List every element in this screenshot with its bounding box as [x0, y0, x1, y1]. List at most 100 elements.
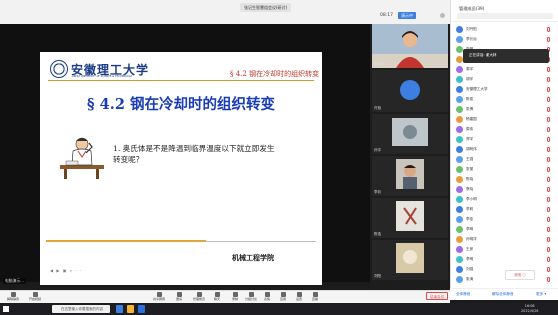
mic-muted-icon[interactable] — [547, 276, 550, 282]
mic-muted-icon[interactable] — [547, 266, 550, 272]
participant-row[interactable]: 杨建国 — [451, 114, 558, 124]
window-title: 张记生智慧组会议(研讨) — [240, 3, 292, 12]
panel-header: 管理成员(39) — [451, 0, 558, 22]
participant-name: 王彦 — [466, 246, 474, 251]
participant-name: 周宇 — [466, 66, 474, 71]
screen: 张记生智慧组会议(研讨) 08:17 演示中 安徽理工大学 ANHUI UNIV… — [0, 0, 558, 315]
participant-row[interactable]: 郑宇 — [451, 134, 558, 144]
mic-muted-icon[interactable] — [547, 206, 550, 212]
participant-row[interactable]: 胡阿伟 — [451, 144, 558, 154]
participant-name: 李莉 — [466, 206, 474, 211]
browser-app-icon[interactable] — [116, 305, 123, 313]
camera-feed-icon — [372, 114, 448, 154]
participant-row[interactable]: 安徽理工大学 — [451, 84, 558, 94]
avatar — [456, 205, 463, 213]
toolbar-item[interactable]: 开启视频 — [24, 292, 46, 301]
mic-muted-icon[interactable] — [547, 26, 550, 32]
participant-row[interactable]: 李明 — [451, 254, 558, 264]
slide-navigation-controls[interactable]: ◀ ▶ ▣ ⌕ ··· — [50, 268, 82, 273]
camera-feed-icon — [372, 198, 448, 238]
participant-name: 陈俊 — [466, 96, 474, 101]
mic-muted-icon[interactable] — [547, 226, 550, 232]
mic-muted-icon[interactable] — [547, 246, 550, 252]
participant-row[interactable]: 陈晓 — [451, 174, 558, 184]
video-tile[interactable]: 许旭 — [372, 70, 448, 112]
mic-muted-icon[interactable] — [547, 106, 550, 112]
mic-muted-icon[interactable] — [547, 36, 550, 42]
participant-row[interactable]: 周伟 — [451, 124, 558, 134]
mic-muted-icon[interactable] — [547, 166, 550, 172]
taskbar-search-input[interactable]: 在这里输入你要搜索的内容 — [52, 305, 110, 313]
participant-row[interactable]: 王强 — [451, 154, 558, 164]
mute-all-button[interactable]: 全体静音 — [456, 292, 470, 297]
participant-row[interactable]: 张丽 — [451, 164, 558, 174]
mic-muted-icon[interactable] — [547, 126, 550, 132]
video-tile[interactable]: 李钊 — [372, 156, 448, 196]
avatar — [456, 215, 463, 223]
more-button[interactable]: 更多 ▾ — [536, 292, 546, 297]
mic-muted-icon[interactable] — [547, 136, 550, 142]
meeting-app-icon[interactable] — [138, 305, 145, 313]
mic-muted-icon[interactable] — [547, 176, 550, 182]
windows-start-icon[interactable] — [3, 306, 9, 312]
participant-row[interactable]: 周宇 — [451, 64, 558, 74]
video-tile-column: 谢大林 许旭 孙宇 李钊 陈浩 刘阳 — [370, 24, 450, 290]
participant-row[interactable]: 胡宇 — [451, 74, 558, 84]
toolbar-item[interactable]: 共享屏幕 — [148, 292, 170, 301]
tile-name: 刘阳 — [374, 274, 381, 278]
meeting-toolbar: 解除静音 开启视频 共享屏幕 邀请 管理成员 聊天 录制 分组讨论 表情 应用 设置 直播 — [0, 290, 450, 303]
mic-muted-icon[interactable] — [547, 66, 550, 72]
avatar — [456, 25, 463, 33]
info-icon[interactable] — [440, 13, 445, 18]
participant-row[interactable]: 李小明 — [451, 194, 558, 204]
mic-muted-icon[interactable] — [547, 186, 550, 192]
folder-app-icon[interactable] — [127, 305, 134, 313]
participant-name: 蔡晓 — [466, 186, 474, 191]
camera-feed-icon — [372, 156, 448, 196]
participant-row[interactable]: 李长远 — [451, 34, 558, 44]
video-tile[interactable]: 刘阳 — [372, 240, 448, 280]
camera-feed-icon — [372, 240, 448, 280]
video-tile[interactable]: 谢大林 — [372, 24, 448, 68]
participant-name: 李佳 — [466, 216, 474, 221]
mic-muted-icon[interactable] — [547, 76, 550, 82]
avatar — [456, 125, 463, 133]
video-tile[interactable]: 陈浩 — [372, 198, 448, 238]
toolbar-item-label: 共享屏幕 — [152, 297, 165, 301]
toolbar-item[interactable]: 解除静音 — [2, 292, 24, 301]
university-name-en: ANHUI UNIVERSITY OF SCIENCE & TECHNOLOGY — [72, 75, 133, 78]
toolbar-item[interactable]: 直播 — [304, 292, 326, 301]
participant-row[interactable]: 孙明洋 — [451, 234, 558, 244]
taskbar-search-placeholder: 在这里输入你要搜索的内容 — [61, 306, 103, 311]
unmute-all-button[interactable]: 解除全体静音 — [492, 292, 514, 297]
mic-muted-icon[interactable] — [547, 256, 550, 262]
tile-name: 李钊 — [374, 190, 381, 194]
video-tile[interactable]: 孙宇 — [372, 114, 448, 154]
meeting-timer: 08:17 — [380, 13, 393, 18]
mic-muted-icon[interactable] — [547, 156, 550, 162]
avatar — [456, 135, 463, 143]
participant-row[interactable]: 李佳 — [451, 214, 558, 224]
toolbar-item-label: 开启视频 — [28, 297, 41, 301]
mic-muted-icon[interactable] — [547, 146, 550, 152]
participant-row[interactable]: 刘丹阳 — [451, 24, 558, 34]
participant-row[interactable]: 张博 — [451, 104, 558, 114]
mic-muted-icon[interactable] — [547, 116, 550, 122]
invite-float-button[interactable]: 邀请 ⓘ — [505, 270, 535, 280]
mic-muted-icon[interactable] — [547, 216, 550, 222]
presentation-mode-button[interactable]: 演示中 — [398, 12, 416, 19]
participant-row[interactable]: 蔡晓 — [451, 184, 558, 194]
mic-muted-icon[interactable] — [547, 96, 550, 102]
participant-row[interactable]: 王彦 — [451, 244, 558, 254]
participant-row[interactable]: 陈俊 — [451, 94, 558, 104]
mic-muted-icon[interactable] — [547, 86, 550, 92]
mic-muted-icon[interactable] — [547, 236, 550, 242]
mic-muted-icon[interactable] — [547, 196, 550, 202]
toolbar-item[interactable]: 邀请 — [168, 292, 190, 301]
speaking-popup-text: 正在讲话: 谢大林 — [469, 53, 497, 57]
end-meeting-button[interactable]: 结束会议 — [426, 292, 449, 300]
participant-search-input[interactable] — [457, 13, 553, 19]
participant-row[interactable]: 李明 — [451, 224, 558, 234]
participant-row[interactable]: 李莉 — [451, 204, 558, 214]
participant-name: 陈晓 — [466, 176, 474, 181]
